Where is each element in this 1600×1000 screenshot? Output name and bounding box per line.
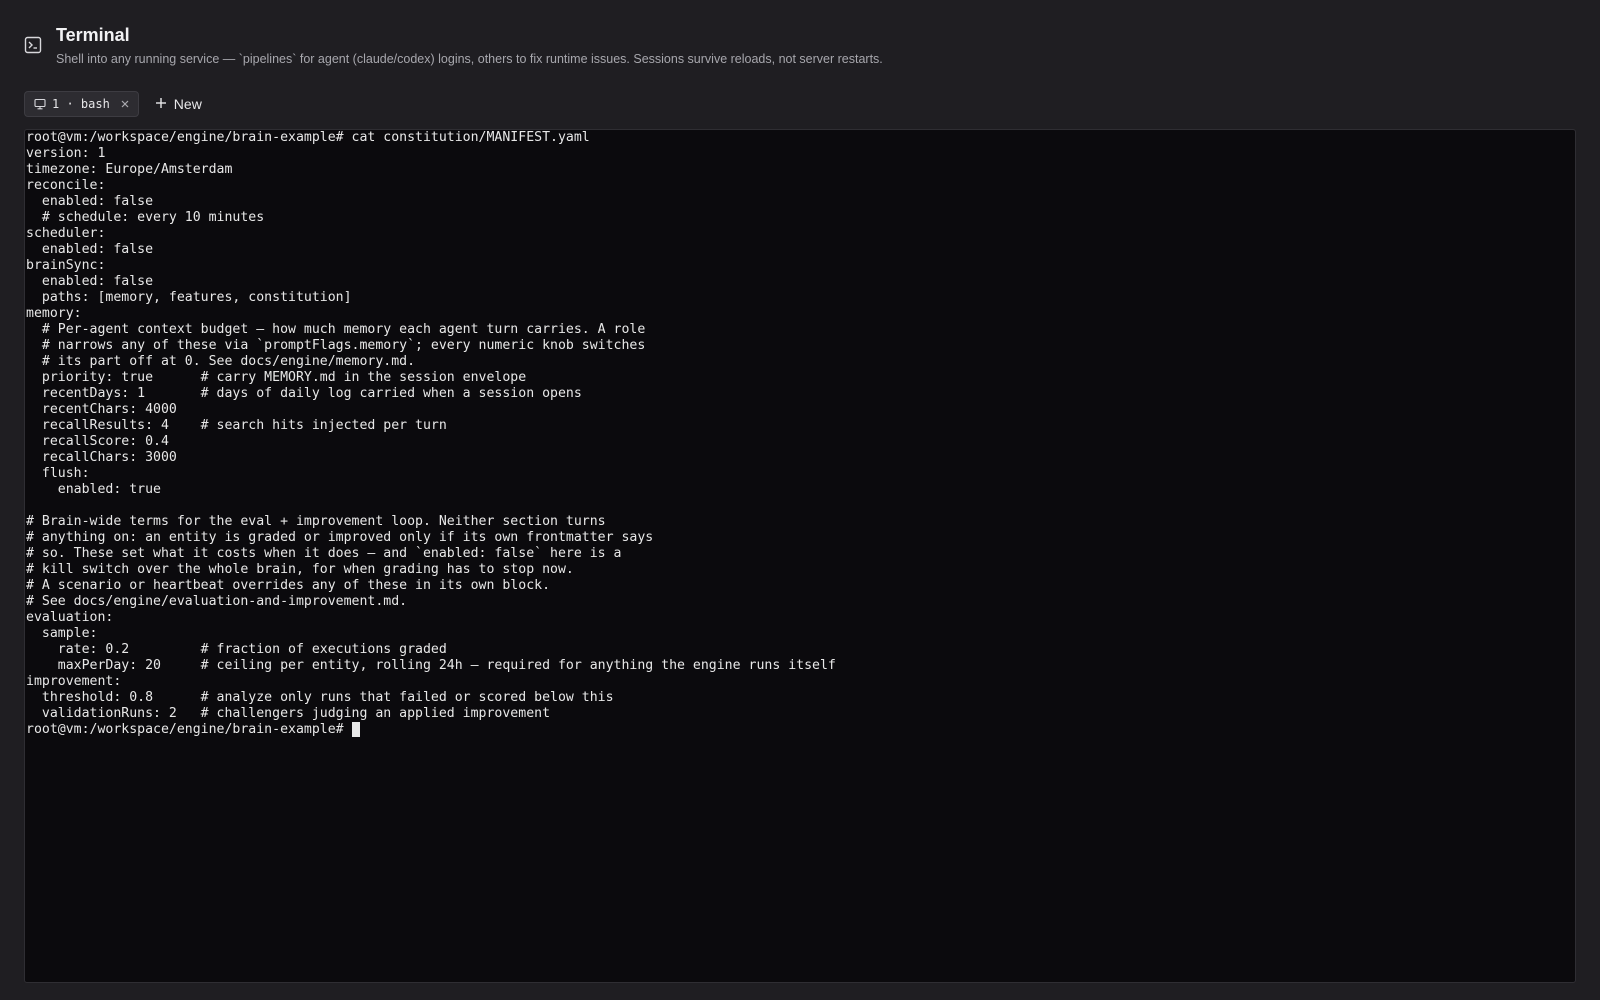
new-session-button[interactable]: New — [149, 91, 208, 117]
new-button-label: New — [173, 96, 202, 112]
terminal-line: priority: true # carry MEMORY.md in the … — [26, 370, 527, 385]
terminal-line: # anything on: an entity is graded or im… — [26, 530, 654, 545]
terminal-line: # narrows any of these via `promptFlags.… — [26, 338, 646, 353]
terminal-line: validationRuns: 2 # challengers judging … — [26, 706, 551, 721]
tab-label: 1 · bash — [52, 97, 110, 111]
terminal-line: enabled: false — [26, 274, 154, 289]
monitor-icon — [34, 98, 46, 110]
session-tabbar: 1 · bash New — [24, 91, 208, 117]
terminal-line: # its part off at 0. See docs/engine/mem… — [26, 354, 416, 369]
terminal-line: # A scenario or heartbeat overrides any … — [26, 578, 551, 593]
terminal-line: version: 1 — [26, 146, 106, 161]
terminal-line: recallChars: 3000 — [26, 450, 177, 465]
terminal-line: enabled: true — [26, 482, 161, 497]
terminal-line: root@vm:/workspace/engine/brain-example#… — [26, 130, 590, 145]
terminal-line: improvement: — [26, 674, 122, 689]
terminal-line: maxPerDay: 20 # ceiling per entity, roll… — [26, 658, 836, 673]
terminal-output: root@vm:/workspace/engine/brain-example#… — [25, 130, 1575, 738]
terminal-cursor — [351, 722, 360, 737]
terminal-line: # See docs/engine/evaluation-and-improve… — [26, 594, 408, 609]
close-icon[interactable] — [118, 97, 132, 111]
terminal-line: evaluation: — [26, 610, 114, 625]
terminal-line: # so. These set what it costs when it do… — [26, 546, 622, 561]
terminal-line: # Brain-wide terms for the eval + improv… — [26, 514, 606, 529]
terminal-line: paths: [memory, features, constitution] — [26, 290, 352, 305]
terminal-line: brainSync: — [26, 258, 106, 273]
terminal-line: enabled: false — [26, 242, 154, 257]
terminal-line: scheduler: — [26, 226, 106, 241]
terminal-line: recentChars: 4000 — [26, 402, 177, 417]
terminal-icon — [24, 36, 42, 54]
terminal-line: flush: — [26, 466, 90, 481]
page-header: Terminal Shell into any running service … — [24, 24, 883, 67]
terminal-line: rate: 0.2 # fraction of executions grade… — [26, 642, 447, 657]
terminal-line: recentDays: 1 # days of daily log carrie… — [26, 386, 582, 401]
terminal-line: memory: — [26, 306, 82, 321]
terminal-line: reconcile: — [26, 178, 106, 193]
terminal-prompt-line: root@vm:/workspace/engine/brain-example# — [26, 722, 1575, 738]
page-title: Terminal — [56, 25, 130, 45]
terminal-line: # Per-agent context budget — how much me… — [26, 322, 646, 337]
terminal-line: enabled: false — [26, 194, 154, 209]
page-subtitle: Shell into any running service — `pipeli… — [56, 52, 883, 66]
terminal-line: # schedule: every 10 minutes — [26, 210, 265, 225]
terminal-line: threshold: 0.8 # analyze only runs that … — [26, 690, 614, 705]
terminal-prompt: root@vm:/workspace/engine/brain-example# — [26, 722, 344, 737]
tab-session-1[interactable]: 1 · bash — [24, 91, 139, 117]
terminal-line: recallResults: 4 # search hits injected … — [26, 418, 447, 433]
plus-icon — [155, 96, 167, 112]
terminal-line: recallScore: 0.4 — [26, 434, 169, 449]
terminal-line: timezone: Europe/Amsterdam — [26, 162, 233, 177]
terminal-line: # kill switch over the whole brain, for … — [26, 562, 574, 577]
terminal-screen[interactable]: root@vm:/workspace/engine/brain-example#… — [24, 129, 1576, 983]
terminal-line: sample: — [26, 626, 98, 641]
